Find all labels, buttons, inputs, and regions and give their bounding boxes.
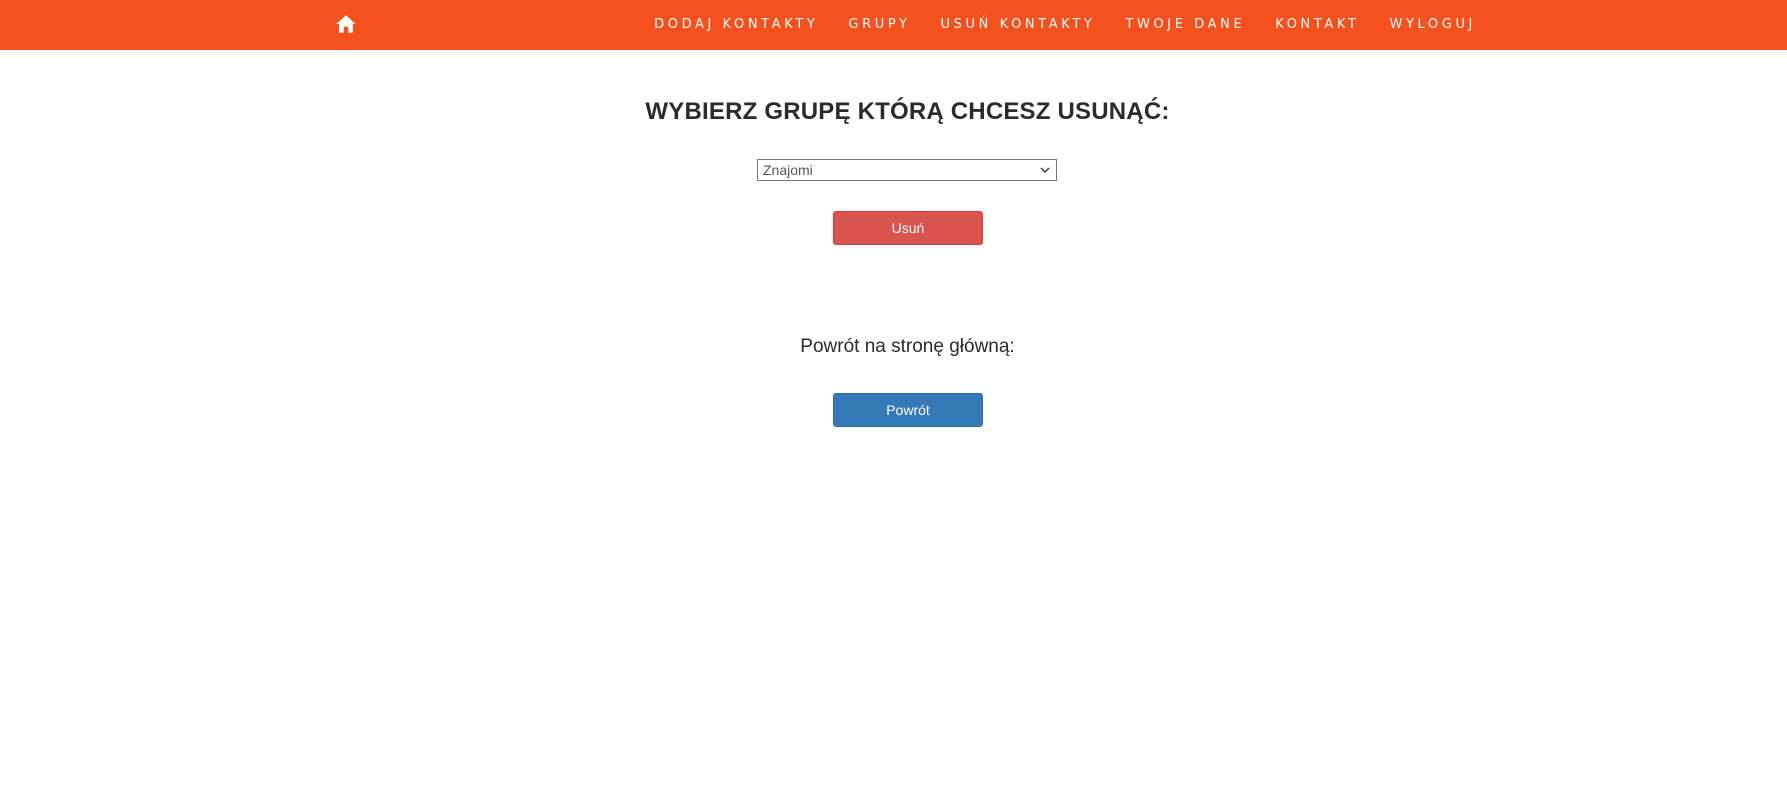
nav-logout[interactable]: WYLOGUJ [1375, 0, 1476, 50]
nav-add-contacts[interactable]: DODAJ KONTAKTY [639, 0, 833, 50]
nav-contact[interactable]: KONTAKT [1260, 0, 1374, 50]
chevron-down-icon [1040, 167, 1050, 173]
delete-button[interactable]: Usuń [833, 211, 983, 245]
nav-delete-contacts[interactable]: USUŃ KONTAKTY [926, 0, 1111, 50]
back-label: Powrót na stronę główną: [800, 336, 1015, 357]
home-link[interactable] [335, 13, 359, 37]
group-select[interactable]: Znajomi [757, 159, 1057, 181]
group-select-value: Znajomi [763, 162, 813, 178]
nav-menu: DODAJ KONTAKTY GRUPY USUŃ KONTAKTY TWOJE… [639, 0, 1476, 50]
back-button[interactable]: Powrót [833, 393, 983, 427]
nav-your-data[interactable]: TWOJE DANE [1110, 0, 1260, 50]
page-title: WYBIERZ GRUPĘ KTÓRĄ CHCESZ USUNĄĆ: [645, 98, 1170, 125]
home-icon [336, 15, 356, 33]
navbar: DODAJ KONTAKTY GRUPY USUŃ KONTAKTY TWOJE… [0, 0, 1787, 50]
nav-groups[interactable]: GRUPY [833, 0, 925, 50]
